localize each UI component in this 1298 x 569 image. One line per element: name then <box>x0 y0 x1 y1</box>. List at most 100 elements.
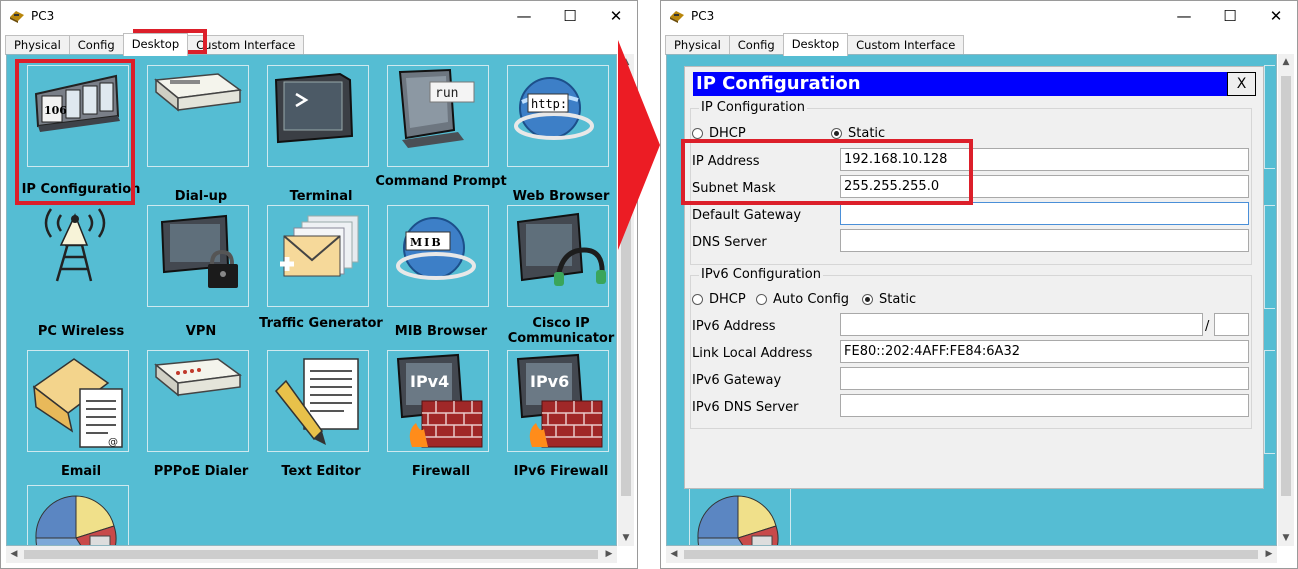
radio-dot <box>862 294 873 305</box>
pc3-window-desktop: PC3 — ☐ ✕ Physical Config Desktop Custom… <box>0 0 638 569</box>
scroll-left-icon[interactable]: ◀ <box>6 546 22 563</box>
title-bar[interactable]: PC3 — ☐ ✕ <box>1 1 637 32</box>
app-tile <box>267 205 369 307</box>
link-local-address-field[interactable]: FE80::202:4AFF:FE84:6A32 <box>840 340 1249 363</box>
ipv4-dhcp-radio[interactable]: DHCP <box>692 126 746 141</box>
terminal-icon <box>274 72 354 144</box>
app-label: Command Prompt <box>375 174 507 189</box>
app-firewall[interactable]: IPv4 Firewall <box>381 350 501 490</box>
ipv6-dns-server-label: IPv6 DNS Server <box>692 400 799 415</box>
radio-dot <box>692 294 703 305</box>
default-gateway-field[interactable] <box>840 202 1249 225</box>
close-icon[interactable]: ✕ <box>1253 3 1297 29</box>
scroll-thumb[interactable] <box>684 550 1258 559</box>
app-web-browser[interactable]: http: Web Browser <box>501 65 616 205</box>
title-bar[interactable]: PC3 — ☐ ✕ <box>661 1 1297 32</box>
scroll-right-icon[interactable]: ▶ <box>601 546 617 563</box>
window-title: PC3 <box>691 9 715 23</box>
desktop-area: 106 IP Configuration Dial-up Terminal ru… <box>6 54 617 546</box>
ipv6-dns-server-field[interactable] <box>840 394 1249 417</box>
app-email[interactable]: @ Email <box>21 350 141 490</box>
ipv6-auto-config-radio[interactable]: Auto Config <box>756 292 849 307</box>
app-tile-edge <box>1264 350 1275 454</box>
horizontal-scrollbar[interactable]: ◀ ▶ <box>6 546 617 563</box>
app-label: Cisco IP Communicator <box>507 316 615 346</box>
tab-desktop[interactable]: Desktop <box>782 33 849 56</box>
traffic-generator-icon <box>280 215 359 277</box>
app-tile <box>267 350 369 452</box>
tab-custom-interface[interactable]: Custom Interface <box>847 35 965 55</box>
tab-custom-interface[interactable]: Custom Interface <box>187 35 305 55</box>
app-label: Traffic Generator <box>259 316 383 331</box>
app-label: PC Wireless <box>37 324 125 339</box>
firewall-icon: IPv4 <box>396 353 483 448</box>
firewall-icon-label: IPv4 <box>410 372 449 391</box>
app-terminal[interactable]: Terminal <box>261 65 381 205</box>
app-dial-up[interactable]: Dial-up <box>141 65 261 205</box>
modem-icon <box>154 73 242 112</box>
tab-bar: Physical Config Desktop Custom Interface <box>665 33 965 56</box>
app-text-editor[interactable]: Text Editor <box>261 350 381 490</box>
packet-tracer-icon <box>670 11 684 23</box>
minimize-icon[interactable]: — <box>1161 3 1207 29</box>
app-cisco-ip-communicator[interactable]: Cisco IP Communicator <box>501 205 616 346</box>
app-label: IPv6 Firewall <box>513 464 609 479</box>
maximize-icon[interactable]: ☐ <box>547 3 593 29</box>
scroll-thumb[interactable] <box>24 550 598 559</box>
app-tile <box>147 205 249 307</box>
app-tile <box>27 485 129 545</box>
app-mib-browser[interactable]: MIB MIB Browser <box>381 205 501 345</box>
scroll-down-icon[interactable]: ▼ <box>618 530 634 546</box>
tab-physical[interactable]: Physical <box>5 35 70 55</box>
horizontal-scrollbar[interactable]: ◀ ▶ <box>666 546 1277 563</box>
subnet-mask-label: Subnet Mask <box>692 181 776 196</box>
maximize-icon[interactable]: ☐ <box>1207 3 1253 29</box>
vertical-scrollbar[interactable]: ▲ ▼ <box>1278 54 1294 546</box>
ipv6-dhcp-radio[interactable]: DHCP <box>692 292 746 307</box>
dialog-close-button[interactable]: X <box>1227 72 1256 96</box>
radio-label: DHCP <box>709 126 746 141</box>
scroll-down-icon[interactable]: ▼ <box>1278 530 1294 546</box>
ipv6-gateway-field[interactable] <box>840 367 1249 390</box>
app-tile: @ <box>27 350 129 452</box>
tab-desktop[interactable]: Desktop <box>122 33 189 56</box>
app-tile <box>27 205 129 307</box>
subnet-mask-field[interactable]: 255.255.255.0 <box>840 175 1249 198</box>
app-pie-chart[interactable] <box>689 485 791 545</box>
tab-config[interactable]: Config <box>728 35 784 55</box>
ipv6-gateway-label: IPv6 Gateway <box>692 373 782 388</box>
app-pc-wireless[interactable]: PC Wireless <box>21 205 141 345</box>
ipv6-address-field[interactable] <box>840 313 1203 336</box>
mib-browser-icon: MIB <box>396 217 476 280</box>
app-tile: IPv4 <box>387 350 489 452</box>
app-traffic-generator[interactable]: Traffic Generator <box>259 205 383 345</box>
app-ip-configuration[interactable]: 106 IP Configuration <box>21 65 141 205</box>
scroll-right-icon[interactable]: ▶ <box>1261 546 1277 563</box>
app-pie-chart[interactable] <box>21 485 141 545</box>
scroll-left-icon[interactable]: ◀ <box>666 546 682 563</box>
packet-tracer-icon <box>10 11 24 23</box>
ipv4-static-radio[interactable]: Static <box>831 126 885 141</box>
app-ipv6-firewall[interactable]: IPv6 IPv6 Firewall <box>501 350 616 490</box>
wireless-tower-icon <box>44 208 106 282</box>
ipv6-prefix-field[interactable] <box>1214 313 1249 336</box>
scroll-up-icon[interactable]: ▲ <box>1278 54 1294 70</box>
app-command-prompt[interactable]: run Command Prompt <box>375 65 507 205</box>
ip-address-field[interactable]: 192.168.10.128 <box>840 148 1249 171</box>
command-prompt-icon: run <box>398 68 475 148</box>
close-icon[interactable]: ✕ <box>593 3 637 29</box>
app-pppoe-dialer[interactable]: PPPoE Dialer <box>141 350 261 490</box>
dns-server-field[interactable] <box>840 229 1249 252</box>
app-vpn[interactable]: VPN <box>141 205 261 345</box>
pppoe-icon <box>154 358 242 397</box>
app-tile: http: <box>507 65 609 167</box>
minimize-icon[interactable]: — <box>501 3 547 29</box>
tab-config[interactable]: Config <box>68 35 124 55</box>
app-tile-edge <box>1264 205 1275 309</box>
pie-chart-icon <box>35 495 117 545</box>
ipv6-static-radio[interactable]: Static <box>862 292 916 307</box>
pie-chart-icon <box>697 495 779 545</box>
ipv6-firewall-icon-label: IPv6 <box>530 372 569 391</box>
scroll-thumb[interactable] <box>1281 76 1291 496</box>
tab-physical[interactable]: Physical <box>665 35 730 55</box>
